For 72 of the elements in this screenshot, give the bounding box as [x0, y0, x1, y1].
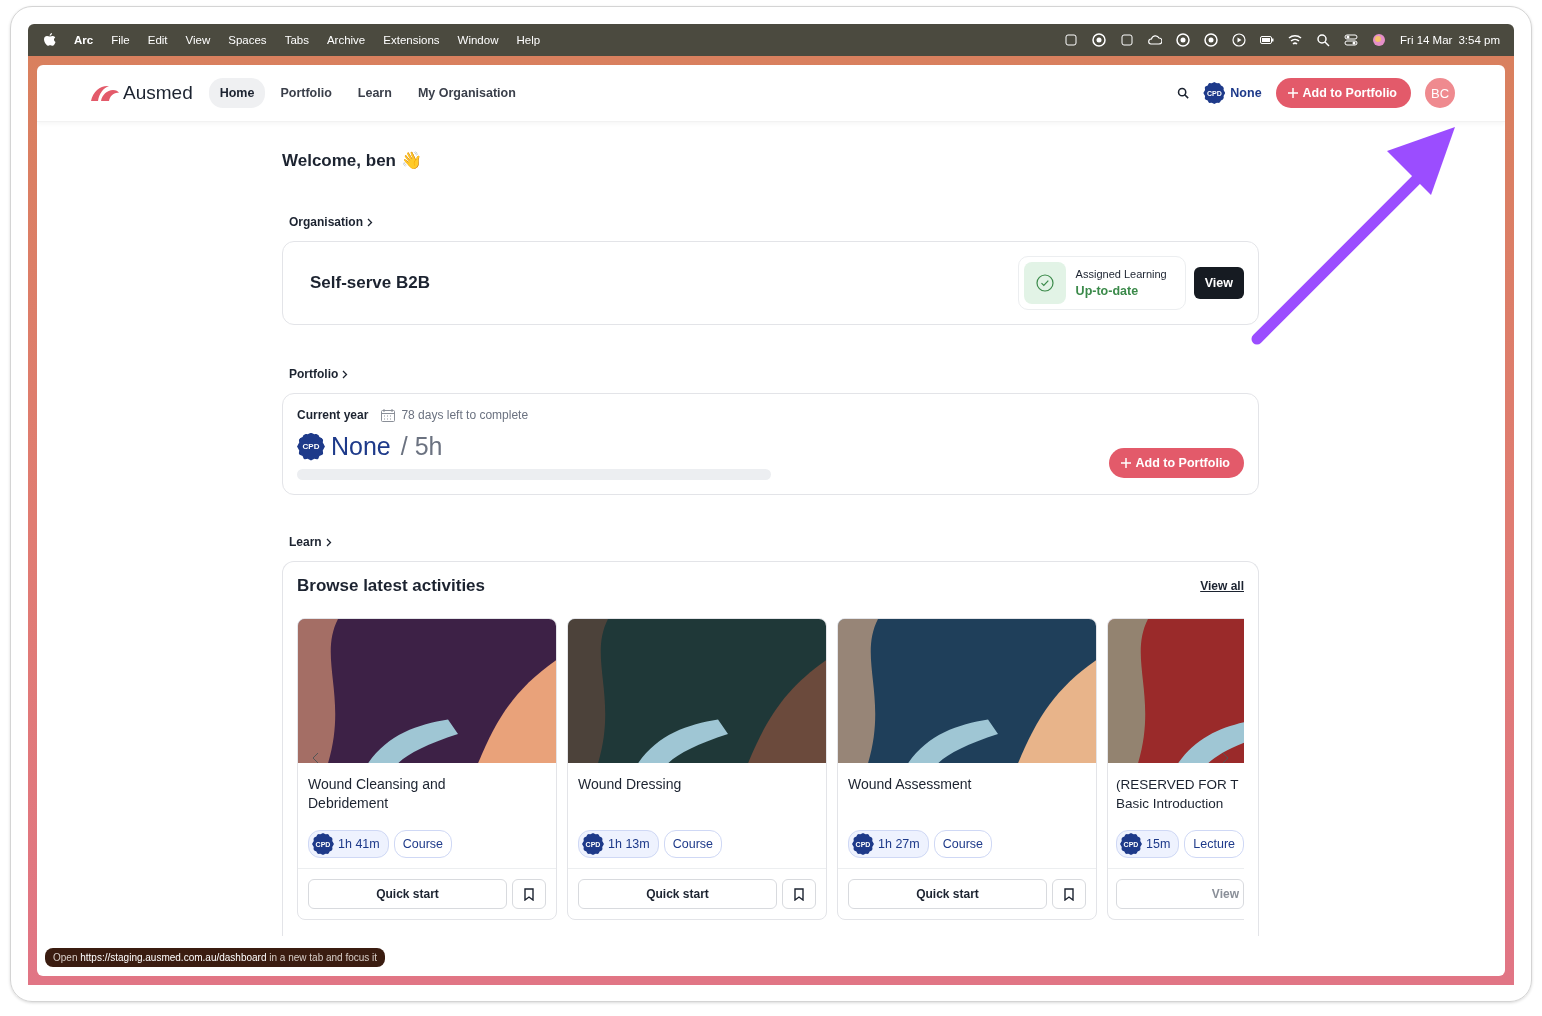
status-icon[interactable] — [1176, 33, 1191, 47]
days-left: 78 days left to complete — [401, 408, 529, 422]
bookmark-icon — [524, 887, 534, 901]
apple-icon[interactable] — [44, 33, 56, 47]
cpd-target: / 5h — [400, 432, 443, 461]
search-icon[interactable] — [1177, 87, 1190, 99]
menu-item[interactable]: Extensions — [383, 34, 440, 46]
type-chip: Course — [393, 830, 452, 858]
type-chip: Course — [663, 830, 722, 858]
type-chip: Course — [933, 830, 992, 858]
menu-item[interactable]: View — [185, 34, 211, 46]
status-icon[interactable] — [1092, 33, 1107, 47]
section-link[interactable]: Portfolio — [289, 367, 339, 381]
control-center-icon[interactable] — [1344, 33, 1359, 47]
cloud-icon[interactable] — [1148, 33, 1163, 47]
quick-start-button[interactable]: Quick start — [848, 879, 1047, 909]
status-value: Up-to-date — [1075, 284, 1140, 298]
logo-text: Ausmed — [123, 82, 193, 104]
nav-tab[interactable]: Portfolio — [269, 78, 343, 108]
menu-item[interactable]: Arc — [74, 34, 94, 46]
section-link[interactable]: Learn — [289, 535, 322, 549]
nav-tab[interactable]: Learn — [346, 78, 403, 108]
bookmark-icon — [1064, 887, 1074, 901]
battery-icon[interactable] — [1260, 33, 1275, 47]
add-to-portfolio-button[interactable]: Add to Portfolio — [1275, 78, 1411, 108]
activity-title: Wound Assessment — [847, 775, 973, 795]
bookmark-button[interactable] — [512, 879, 546, 909]
status-icon[interactable] — [1204, 33, 1219, 47]
status-icon[interactable] — [1120, 33, 1135, 47]
menu-date: Fri 14 Mar — [1400, 34, 1453, 46]
cpd-badge: CPD — [297, 432, 325, 461]
link-status-tooltip: Open https://staging.ausmed.com.au/dashboard in a new tab and focus it — [45, 948, 386, 967]
bookmark-icon — [794, 887, 804, 901]
cpd-value: None — [331, 432, 391, 461]
section-title: Browse latest activities — [297, 576, 486, 596]
search-icon[interactable] — [1316, 33, 1331, 47]
menu-item[interactable]: Tabs — [284, 34, 309, 46]
activity-title: (RESERVED FOR T Basic Introduction — [1115, 776, 1240, 814]
cpd-value: None — [1230, 86, 1262, 100]
activity-title: Wound Cleansing and Debridement — [307, 775, 447, 814]
plus-icon — [1120, 458, 1131, 468]
bookmark-button[interactable] — [1052, 879, 1086, 909]
activity-title: Wound Dressing — [577, 775, 683, 795]
view-all-link[interactable]: View all — [1200, 579, 1244, 593]
wifi-icon[interactable] — [1288, 33, 1303, 47]
bookmark-button[interactable] — [782, 879, 816, 909]
add-to-portfolio-button[interactable]: Add to Portfolio — [1108, 448, 1244, 478]
nav-tab[interactable]: Home — [208, 78, 266, 108]
menu-item[interactable]: File — [111, 34, 130, 46]
menu-item[interactable]: Edit — [147, 34, 168, 46]
plus-icon — [1287, 88, 1298, 98]
menu-item[interactable]: Archive — [326, 34, 366, 46]
status-label: Assigned Learning — [1075, 268, 1167, 280]
view-button[interactable]: View — [1193, 267, 1244, 299]
play-icon[interactable] — [1232, 33, 1247, 47]
logo-icon — [91, 85, 119, 101]
chevron-right-icon — [325, 537, 332, 547]
organisation-name: Self-serve B2B — [310, 273, 430, 293]
menu-time: 3:54 pm — [1458, 34, 1500, 46]
menu-item[interactable]: Spaces — [228, 34, 267, 46]
calendar-icon — [381, 408, 396, 422]
menu-item[interactable]: Window — [457, 34, 499, 46]
section-link[interactable]: Organisation — [289, 215, 363, 229]
period-label: Current year — [297, 408, 369, 422]
quick-start-button[interactable]: Quick start — [578, 879, 777, 909]
chevron-right-icon — [342, 369, 349, 379]
chevron-right-icon — [367, 217, 373, 227]
welcome-heading: Welcome, ben 👋 — [282, 150, 423, 171]
menu-item[interactable]: Help — [516, 34, 541, 46]
quick-start-button[interactable]: Quick start — [308, 879, 507, 909]
type-chip: Lecture — [1184, 830, 1244, 858]
nav-tab[interactable]: My Organisation — [406, 78, 527, 108]
